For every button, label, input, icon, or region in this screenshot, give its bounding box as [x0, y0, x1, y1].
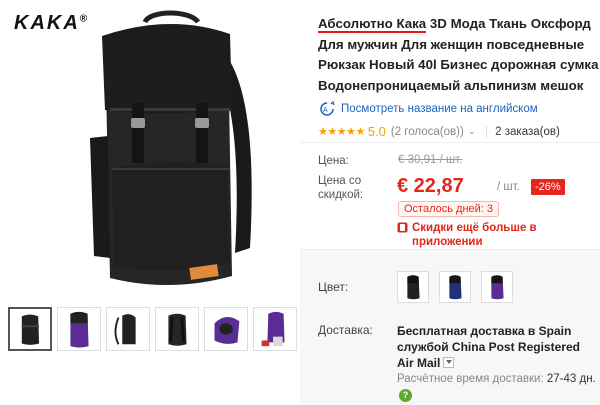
shipping-dropdown-icon[interactable] [443, 357, 455, 369]
thumbnail[interactable] [106, 307, 150, 351]
thumbnail[interactable] [8, 307, 52, 351]
product-info: Абсолютно Кака 3D Мода Ткань Оксфорд Для… [318, 14, 600, 139]
chevron-down-icon[interactable]: ⌄ [468, 126, 476, 137]
original-price: € 30,91 / шт. [398, 154, 463, 166]
star-rating-icon: ★★★★★ [318, 126, 365, 138]
thumbnail[interactable] [204, 307, 248, 351]
thumbnail[interactable] [57, 307, 101, 351]
thumbnail[interactable] [155, 307, 199, 351]
shipping-method-text: Бесплатная доставка в Spain службой Chin… [397, 324, 580, 370]
color-label: Цвет: [318, 280, 349, 294]
divider [486, 125, 488, 138]
svg-text:A: A [323, 107, 328, 114]
main-product-image[interactable] [50, 8, 280, 303]
price-block: Цена: € 30,91 / шт. Цена со скидкой: € 2… [300, 142, 600, 250]
translate-icon: A [320, 101, 335, 116]
shipping-section: Доставка: Бесплатная доставка в Spain сл… [300, 315, 600, 405]
app-discount-text: Скидки ещё больше в приложении [412, 222, 537, 248]
app-discount-link[interactable]: Скидки ещё больше в приложении [397, 221, 587, 249]
orders-count: 2 заказа(ов) [495, 125, 560, 138]
title-highlight: Абсолютно Кака [318, 16, 427, 33]
shipping-label: Доставка: [318, 323, 373, 337]
color-selector: Цвет: [300, 250, 600, 315]
product-gallery: KAKA® [0, 0, 346, 405]
thumbnail[interactable] [253, 307, 297, 351]
rating-votes[interactable]: (2 голоса(ов)) [391, 126, 464, 138]
discount-price-label-line2: скидкой: [318, 189, 364, 201]
days-left-badge: Осталось дней: 3 [398, 201, 500, 217]
color-option-black[interactable] [397, 271, 429, 303]
mobile-app-icon [397, 222, 408, 233]
delivery-estimate: Расчётное время доставки: 27-43 дн. [397, 373, 596, 385]
price-unit: / шт. [497, 181, 520, 193]
translate-link-label: Посмотреть название на английском [341, 103, 538, 115]
color-option-blue[interactable] [439, 271, 471, 303]
translate-link[interactable]: A Посмотреть название на английском [318, 101, 600, 117]
rating-row: ★★★★★ 5.0 (2 голоса(ов)) ⌄ 2 заказа(ов) [318, 124, 600, 139]
help-icon[interactable]: ? [399, 389, 412, 402]
thumbnail-strip [8, 307, 346, 351]
delivery-estimate-value: 27-43 дн. [546, 373, 596, 385]
discount-price: € 22,87 [397, 175, 464, 197]
color-option-purple[interactable] [481, 271, 513, 303]
product-title: Абсолютно Кака 3D Мода Ткань Оксфорд Для… [318, 14, 600, 96]
price-label: Цена: [318, 155, 349, 167]
rating-score: 5.0 [367, 124, 386, 139]
shipping-method[interactable]: Бесплатная доставка в Spain службой Chin… [397, 323, 597, 371]
delivery-estimate-label: Расчётное время доставки: [397, 373, 544, 385]
discount-badge: -26% [531, 179, 565, 195]
discount-price-label-line1: Цена со [318, 175, 362, 187]
